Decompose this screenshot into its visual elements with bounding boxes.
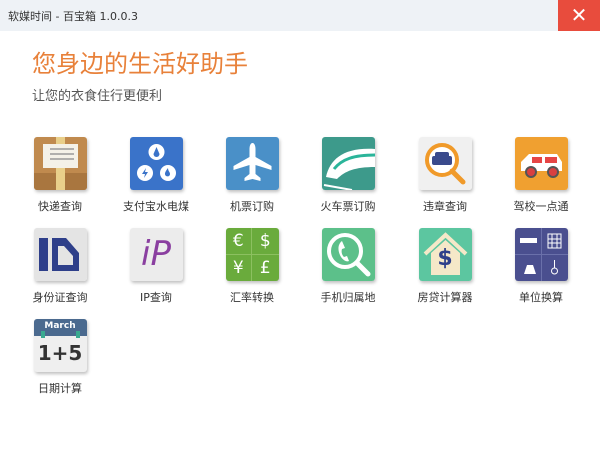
tool-express-query[interactable]: 快递查询: [12, 137, 108, 217]
tool-label: 单位换算: [519, 291, 563, 304]
page-subtitle: 让您的衣食住行更便利: [32, 89, 163, 104]
tool-flight-booking[interactable]: 机票订购: [204, 137, 300, 217]
airplane-icon: [225, 137, 279, 190]
tool-ip-query[interactable]: iP IP查询: [108, 228, 204, 308]
tool-label: 快递查询: [38, 200, 82, 213]
train-icon: [321, 137, 375, 190]
tool-label: 火车票订购: [320, 200, 376, 213]
tool-date-calculation[interactable]: March 1+5 日期计算: [12, 319, 108, 399]
car-search-icon: [418, 137, 472, 190]
tool-label: 驾校一点通: [513, 200, 569, 213]
phone-search-icon: [321, 228, 375, 281]
pound-symbol: £: [259, 258, 271, 278]
tool-label: 机票订购: [230, 200, 274, 213]
tool-id-card-query[interactable]: 身份证查询: [12, 228, 108, 308]
utilities-icon: [129, 137, 183, 190]
tool-label: 房贷计算器: [417, 291, 473, 304]
euro-symbol: €: [225, 228, 252, 255]
tool-unit-conversion[interactable]: 单位换算: [493, 228, 589, 308]
tool-label: 违章查询: [423, 200, 467, 213]
currency-icon: € $ ¥ £: [225, 228, 279, 281]
tool-alipay-utilities[interactable]: 支付宝水电煤: [108, 137, 204, 217]
tool-phone-location[interactable]: 手机归属地: [300, 228, 396, 308]
car-icon: [514, 137, 568, 190]
dollar-symbol: $: [252, 228, 279, 255]
tool-label: 汇率转换: [230, 291, 274, 304]
calendar-icon: March 1+5: [33, 319, 87, 372]
ip-icon: iP: [129, 228, 183, 281]
house-loan-icon: $: [418, 228, 472, 281]
unit-convert-icon: [514, 228, 568, 281]
tool-label: 日期计算: [38, 382, 82, 395]
title-bar: 软媒时间 - 百宝箱 1.0.0.3 ✕: [0, 0, 600, 31]
window-title: 软媒时间 - 百宝箱 1.0.0.3: [8, 10, 138, 23]
tool-label: 身份证查询: [32, 291, 88, 304]
tool-label: 手机归属地: [320, 291, 376, 304]
close-button[interactable]: ✕: [558, 0, 600, 31]
tool-driving-school[interactable]: 驾校一点通: [493, 137, 589, 217]
dollar-symbol: $: [437, 246, 453, 271]
tool-violation-query[interactable]: 违章查询: [397, 137, 493, 217]
yen-symbol: ¥: [226, 255, 252, 281]
package-icon: [33, 137, 87, 190]
page-heading: 您身边的生活好助手: [32, 50, 248, 78]
calendar-date: 1+5: [37, 341, 83, 365]
id-card-icon: [33, 228, 87, 281]
tool-currency-exchange[interactable]: € $ ¥ £ 汇率转换: [204, 228, 300, 308]
tool-mortgage-calculator[interactable]: $ 房贷计算器: [397, 228, 493, 308]
tool-train-booking[interactable]: 火车票订购: [300, 137, 396, 217]
tool-label: 支付宝水电煤: [123, 200, 189, 213]
tool-label: IP查询: [140, 291, 172, 304]
